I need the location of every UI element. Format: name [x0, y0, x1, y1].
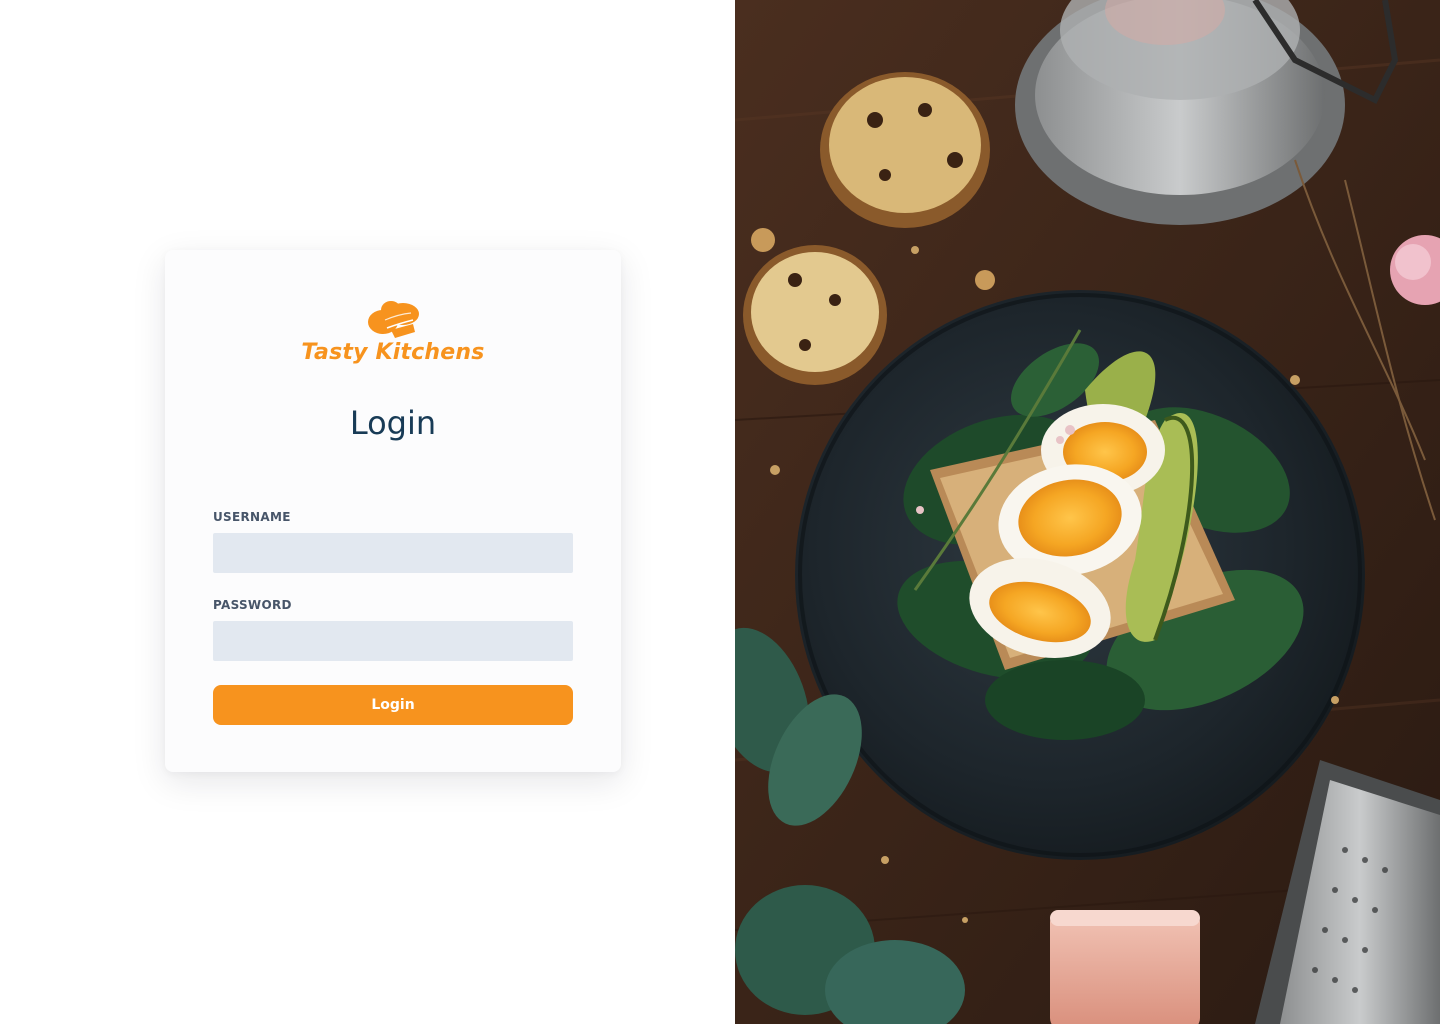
brand-name: Tasty Kitchens: [301, 340, 485, 365]
login-button[interactable]: Login: [213, 685, 573, 725]
food-photo-illustration: [735, 0, 1440, 1024]
password-label: PASSWORD: [213, 598, 292, 612]
login-pane: Tasty Kitchens Login USERNAME PASSWORD L…: [0, 0, 735, 1024]
login-card: Tasty Kitchens Login USERNAME PASSWORD L…: [165, 250, 621, 772]
hero-food-image: [735, 0, 1440, 1024]
chef-hat-icon: [368, 301, 419, 338]
username-label: USERNAME: [213, 510, 291, 524]
password-input[interactable]: [213, 621, 573, 661]
username-input[interactable]: [213, 533, 573, 573]
page-title: Login: [349, 404, 437, 442]
